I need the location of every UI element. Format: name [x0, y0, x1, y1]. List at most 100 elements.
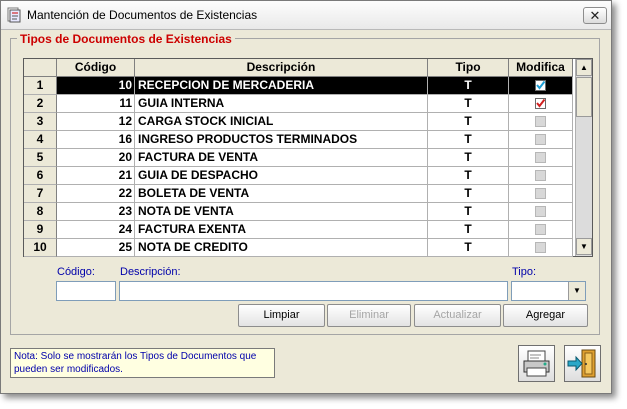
- column-header-modifica[interactable]: Modifica: [509, 59, 573, 77]
- descripcion-cell[interactable]: BOLETA DE VENTA: [135, 185, 428, 203]
- checkbox-icon[interactable]: [535, 170, 546, 181]
- descripcion-cell[interactable]: NOTA DE CREDITO: [135, 239, 428, 257]
- row-number-cell[interactable]: 6: [24, 167, 57, 185]
- row-number-cell[interactable]: 10: [24, 239, 57, 257]
- modifica-cell[interactable]: [509, 113, 573, 131]
- codigo-cell[interactable]: 22: [57, 185, 135, 203]
- modifica-cell[interactable]: [509, 77, 573, 95]
- descripcion-cell[interactable]: GUIA DE DESPACHO: [135, 167, 428, 185]
- documents-grid[interactable]: Código Descripción Tipo Modifica 1 10 RECE…: [23, 58, 593, 257]
- codigo-cell[interactable]: 20: [57, 149, 135, 167]
- descripcion-cell[interactable]: CARGA STOCK INICIAL: [135, 113, 428, 131]
- modifica-cell[interactable]: [509, 95, 573, 113]
- tipo-cell[interactable]: T: [428, 77, 509, 95]
- descripcion-cell[interactable]: INGRESO PRODUCTOS TERMINADOS: [135, 131, 428, 149]
- codigo-cell[interactable]: 23: [57, 203, 135, 221]
- modifica-cell[interactable]: [509, 239, 573, 257]
- tipo-dropdown-button[interactable]: ▼: [568, 282, 585, 300]
- modifica-cell[interactable]: [509, 203, 573, 221]
- descripcion-cell[interactable]: GUIA INTERNA: [135, 95, 428, 113]
- close-button[interactable]: ✕: [583, 7, 607, 24]
- chevron-down-icon[interactable]: ▼: [573, 286, 581, 295]
- modifica-cell[interactable]: [509, 185, 573, 203]
- codigo-cell[interactable]: 25: [57, 239, 135, 257]
- row-number-cell[interactable]: 1: [24, 77, 57, 95]
- descripcion-input[interactable]: [119, 281, 508, 301]
- table-row[interactable]: 3 12 CARGA STOCK INICIAL T: [24, 113, 573, 131]
- checkbox-icon[interactable]: [535, 242, 546, 253]
- grid-vertical-scrollbar[interactable]: ▲ ▼: [575, 59, 592, 256]
- table-row[interactable]: 5 20 FACTURA DE VENTA T: [24, 149, 573, 167]
- modifica-cell[interactable]: [509, 221, 573, 239]
- tipo-cell[interactable]: T: [428, 167, 509, 185]
- row-number-cell[interactable]: 4: [24, 131, 57, 149]
- tipo-cell[interactable]: T: [428, 113, 509, 131]
- modifica-cell[interactable]: [509, 167, 573, 185]
- exit-door-icon[interactable]: [565, 346, 600, 381]
- arrow-down-icon[interactable]: ▼: [580, 242, 588, 251]
- row-number-cell[interactable]: 7: [24, 185, 57, 203]
- checkbox-icon[interactable]: [535, 224, 546, 235]
- codigo-cell[interactable]: 10: [57, 77, 135, 95]
- checkbox-icon[interactable]: [535, 134, 546, 145]
- table-row[interactable]: 9 24 FACTURA EXENTA T: [24, 221, 573, 239]
- checkbox-icon[interactable]: [535, 206, 546, 217]
- row-number-cell[interactable]: 9: [24, 221, 57, 239]
- table-row[interactable]: 1 10 RECEPCION DE MERCADERIA T: [24, 77, 573, 95]
- tipo-cell[interactable]: T: [428, 149, 509, 167]
- tipo-cell[interactable]: T: [428, 185, 509, 203]
- scroll-thumb[interactable]: [576, 77, 592, 117]
- tipo-cell[interactable]: T: [428, 239, 509, 257]
- actualizar-button[interactable]: Actualizar: [414, 304, 501, 327]
- column-header-descripcion[interactable]: Descripción: [135, 59, 428, 77]
- codigo-cell[interactable]: 21: [57, 167, 135, 185]
- tipo-cell[interactable]: T: [428, 221, 509, 239]
- descripcion-cell[interactable]: RECEPCION DE MERCADERIA: [135, 77, 428, 95]
- limpiar-button[interactable]: Limpiar: [238, 304, 325, 327]
- scroll-down-button[interactable]: ▼: [576, 238, 592, 255]
- exit-button[interactable]: [564, 345, 601, 382]
- table-row[interactable]: 2 11 GUIA INTERNA T: [24, 95, 573, 113]
- row-number-cell[interactable]: 2: [24, 95, 57, 113]
- tipo-select[interactable]: ▼: [511, 281, 586, 301]
- checkbox-icon[interactable]: [535, 152, 546, 163]
- row-number-cell[interactable]: 3: [24, 113, 57, 131]
- row-number-cell[interactable]: 8: [24, 203, 57, 221]
- codigo-cell[interactable]: 16: [57, 131, 135, 149]
- title-bar: Mantención de Documentos de Existencias …: [1, 1, 611, 30]
- modifica-cell[interactable]: [509, 131, 573, 149]
- printer-icon[interactable]: [519, 346, 554, 381]
- agregar-button[interactable]: Agregar: [503, 304, 588, 327]
- codigo-input[interactable]: [56, 281, 116, 301]
- checked-checkbox-icon[interactable]: [535, 80, 546, 91]
- group-title: Tipos de Documentos de Existencias: [17, 32, 235, 46]
- info-note: Nota: Solo se mostrarán los Tipos de Doc…: [10, 348, 275, 378]
- arrow-up-icon[interactable]: ▲: [580, 63, 588, 72]
- table-row[interactable]: 6 21 GUIA DE DESPACHO T: [24, 167, 573, 185]
- table-row[interactable]: 4 16 INGRESO PRODUCTOS TERMINADOS T: [24, 131, 573, 149]
- table-row[interactable]: 10 25 NOTA DE CREDITO T: [24, 239, 573, 257]
- column-header-codigo[interactable]: Código: [57, 59, 135, 77]
- close-icon[interactable]: ✕: [590, 8, 601, 23]
- table-row[interactable]: 7 22 BOLETA DE VENTA T: [24, 185, 573, 203]
- codigo-cell[interactable]: 24: [57, 221, 135, 239]
- descripcion-cell[interactable]: FACTURA DE VENTA: [135, 149, 428, 167]
- codigo-cell[interactable]: 11: [57, 95, 135, 113]
- checked-checkbox-icon[interactable]: [535, 98, 546, 109]
- scroll-up-button[interactable]: ▲: [576, 59, 592, 76]
- checkbox-icon[interactable]: [535, 116, 546, 127]
- checkbox-icon[interactable]: [535, 188, 546, 199]
- codigo-cell[interactable]: 12: [57, 113, 135, 131]
- modifica-cell[interactable]: [509, 149, 573, 167]
- column-header-tipo[interactable]: Tipo: [428, 59, 509, 77]
- row-number-cell[interactable]: 5: [24, 149, 57, 167]
- tipo-cell[interactable]: T: [428, 95, 509, 113]
- eliminar-button[interactable]: Eliminar: [327, 304, 411, 327]
- table-row[interactable]: 8 23 NOTA DE VENTA T: [24, 203, 573, 221]
- descripcion-label: Descripción:: [120, 266, 181, 278]
- descripcion-cell[interactable]: NOTA DE VENTA: [135, 203, 428, 221]
- print-button[interactable]: [518, 345, 555, 382]
- tipo-cell[interactable]: T: [428, 131, 509, 149]
- descripcion-cell[interactable]: FACTURA EXENTA: [135, 221, 428, 239]
- tipo-cell[interactable]: T: [428, 203, 509, 221]
